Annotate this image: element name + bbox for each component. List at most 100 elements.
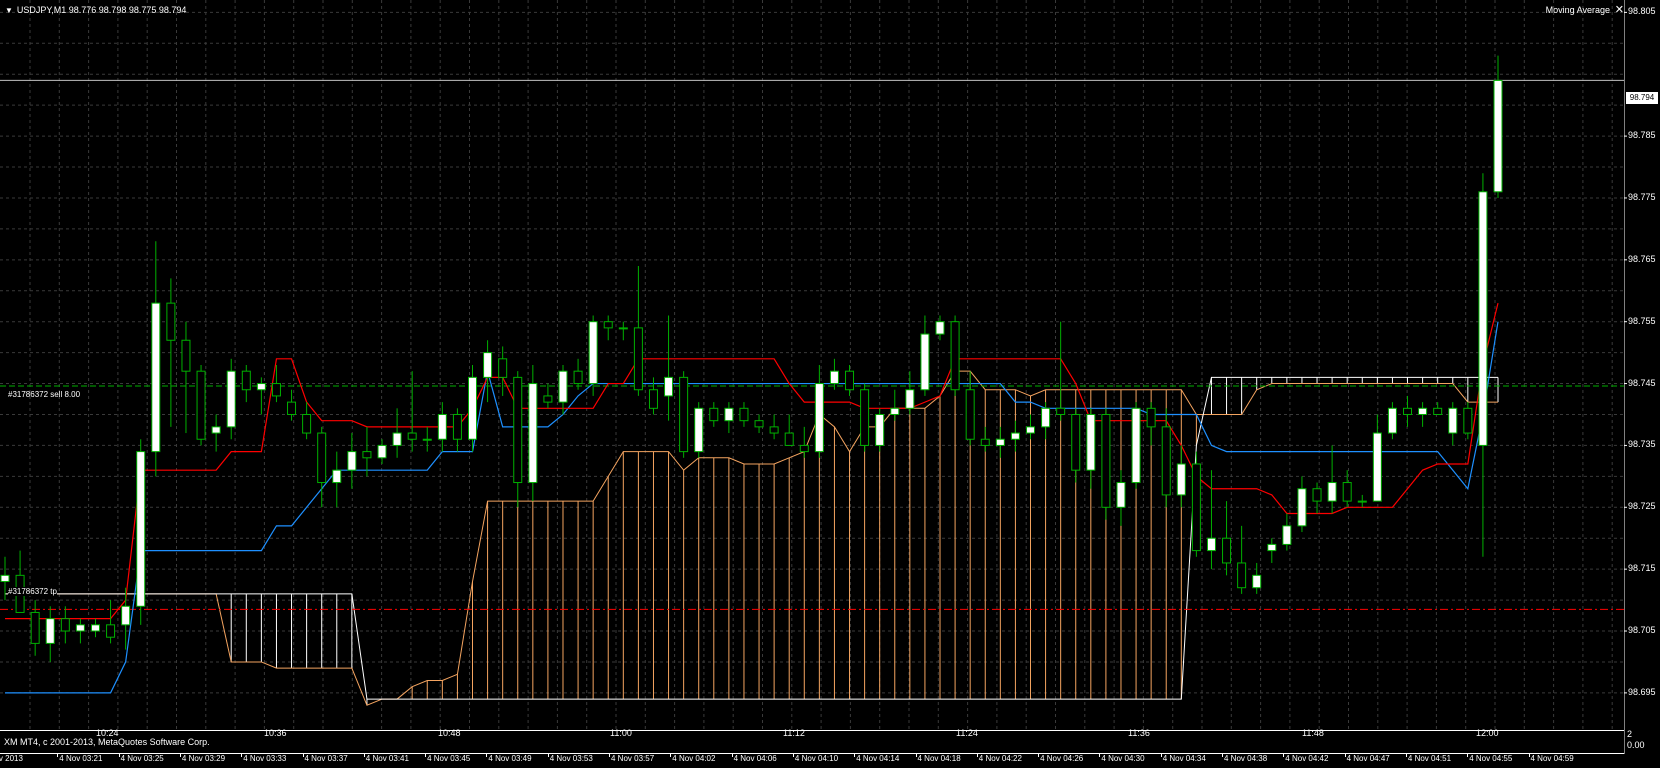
dropdown-triangle-icon[interactable]: ▼ [5,6,13,15]
candle-body [543,395,553,403]
candle-body [1146,407,1156,428]
date-tick-label: 4 Nov 04:18 [917,754,961,763]
candle-body [1357,500,1367,503]
candle-body [558,370,568,403]
candle-body [1282,525,1292,545]
candle-body [121,605,131,626]
candle-body [754,420,764,428]
date-tick-label: 4 Nov 04:55 [1469,754,1513,763]
candle-body [302,413,312,434]
candle-body [648,389,658,409]
candle-body [679,376,689,453]
time-tick-label: 11:00 [610,728,632,738]
y-tick-label: 98.725 [1628,501,1656,512]
candle-body [392,432,402,446]
candle-body [1010,432,1020,440]
date-tick-label: 4 Nov 03:33 [243,754,287,763]
indicator-axis-top-label: 2 [1627,729,1633,739]
candle-body [30,611,40,644]
y-tick-label: 98.775 [1628,191,1656,202]
candle-body [271,383,281,397]
date-tick-mark [179,753,181,757]
candle-body [784,432,794,446]
candle-body [362,451,372,459]
date-tick-mark [241,753,243,757]
candle-body [860,389,870,446]
candle-body [1191,463,1201,552]
date-tick-label: 4 Nov 04:26 [1040,754,1084,763]
y-tick-label: 98.765 [1628,253,1656,264]
y-tick-label: 98.705 [1628,625,1656,636]
subwindow-separator [0,730,1624,731]
date-tick-label: 4 Nov 03:53 [549,754,593,763]
date-tick-mark [731,753,733,757]
date-tick-label: 4 Nov 04:30 [1101,754,1145,763]
candle-body [513,376,523,484]
date-tick-label: 4 Nov 03:45 [427,754,471,763]
time-tick-label: 10:36 [264,728,287,738]
date-tick-mark [915,753,917,757]
y-tick-label: 98.755 [1628,315,1656,326]
candle-body [136,451,146,607]
candle-body [1252,574,1262,589]
date-tick-label: 4 Nov 04:22 [978,754,1022,763]
time-tick-label: 10:48 [438,728,461,738]
date-tick-mark [1160,753,1162,757]
symbol-text: USDJPY,M1 98.776 98.798 98.775 98.794 [16,5,187,15]
date-tick-label: 4 Nov 03:37 [304,754,348,763]
date-tick-mark [547,753,549,757]
candle-body [995,438,1005,446]
candle-body [799,444,809,453]
candle-body [724,407,734,422]
y-tick-label: 98.805 [1628,6,1656,17]
candle-body [75,624,85,632]
candle-body [1418,407,1428,415]
sell-order-label[interactable]: #31786372 sell 8.00 [8,390,80,399]
candle-body [1387,407,1397,434]
y-tick-label: 98.745 [1628,377,1656,388]
time-tick-label: 12:00 [1476,728,1499,738]
candle-body [181,339,191,372]
candle-body [498,358,508,378]
date-tick-label: 4 Nov 04:51 [1407,754,1452,763]
candle-body [407,432,417,440]
candle-body [739,407,749,422]
candle-body [845,370,855,391]
candle-body [950,321,960,391]
candle-body [211,426,221,434]
candle-body [377,444,387,459]
candle-body [1025,426,1035,434]
date-tick-label: 4 Nov 04:02 [672,754,716,763]
candle-body [241,370,251,391]
candle-body [1312,488,1322,502]
candle-body [1342,482,1352,502]
candle-body [694,407,704,453]
candle-body [588,321,598,385]
date-tick-mark [1222,753,1223,757]
candle-body [332,469,342,484]
candle-body [317,432,327,484]
candle-body [1478,191,1488,446]
tp-order-label[interactable]: #31786372 tp [8,587,57,596]
date-tick-label: 4 Nov 04:06 [733,754,777,763]
close-icon[interactable]: ✕ [1615,3,1624,16]
candle-body [1206,537,1216,552]
symbol-label: ▼ USDJPY,M1 98.776 98.798 98.775 98.794 [5,5,186,15]
candle-body [1297,488,1307,527]
indicator-axis-zero-label: 0.00 [1627,740,1645,750]
y-tick-label: 98.715 [1628,563,1656,574]
candle-body [920,333,930,391]
time-tick-label: 11:48 [1302,728,1324,738]
date-tick-label: 4 Nov 03:29 [181,754,226,763]
candle-body [905,389,915,409]
candle-body [709,407,719,422]
candle-body [452,413,462,440]
date-tick-mark [486,753,488,757]
date-tick-mark [57,753,59,757]
candle-body [256,383,266,391]
price-chart[interactable] [0,0,1624,730]
candle-body [1222,537,1232,564]
candle-body [664,376,674,397]
date-tick-label: 4 Nov 03:41 [365,754,409,763]
candle-body [1433,407,1443,415]
